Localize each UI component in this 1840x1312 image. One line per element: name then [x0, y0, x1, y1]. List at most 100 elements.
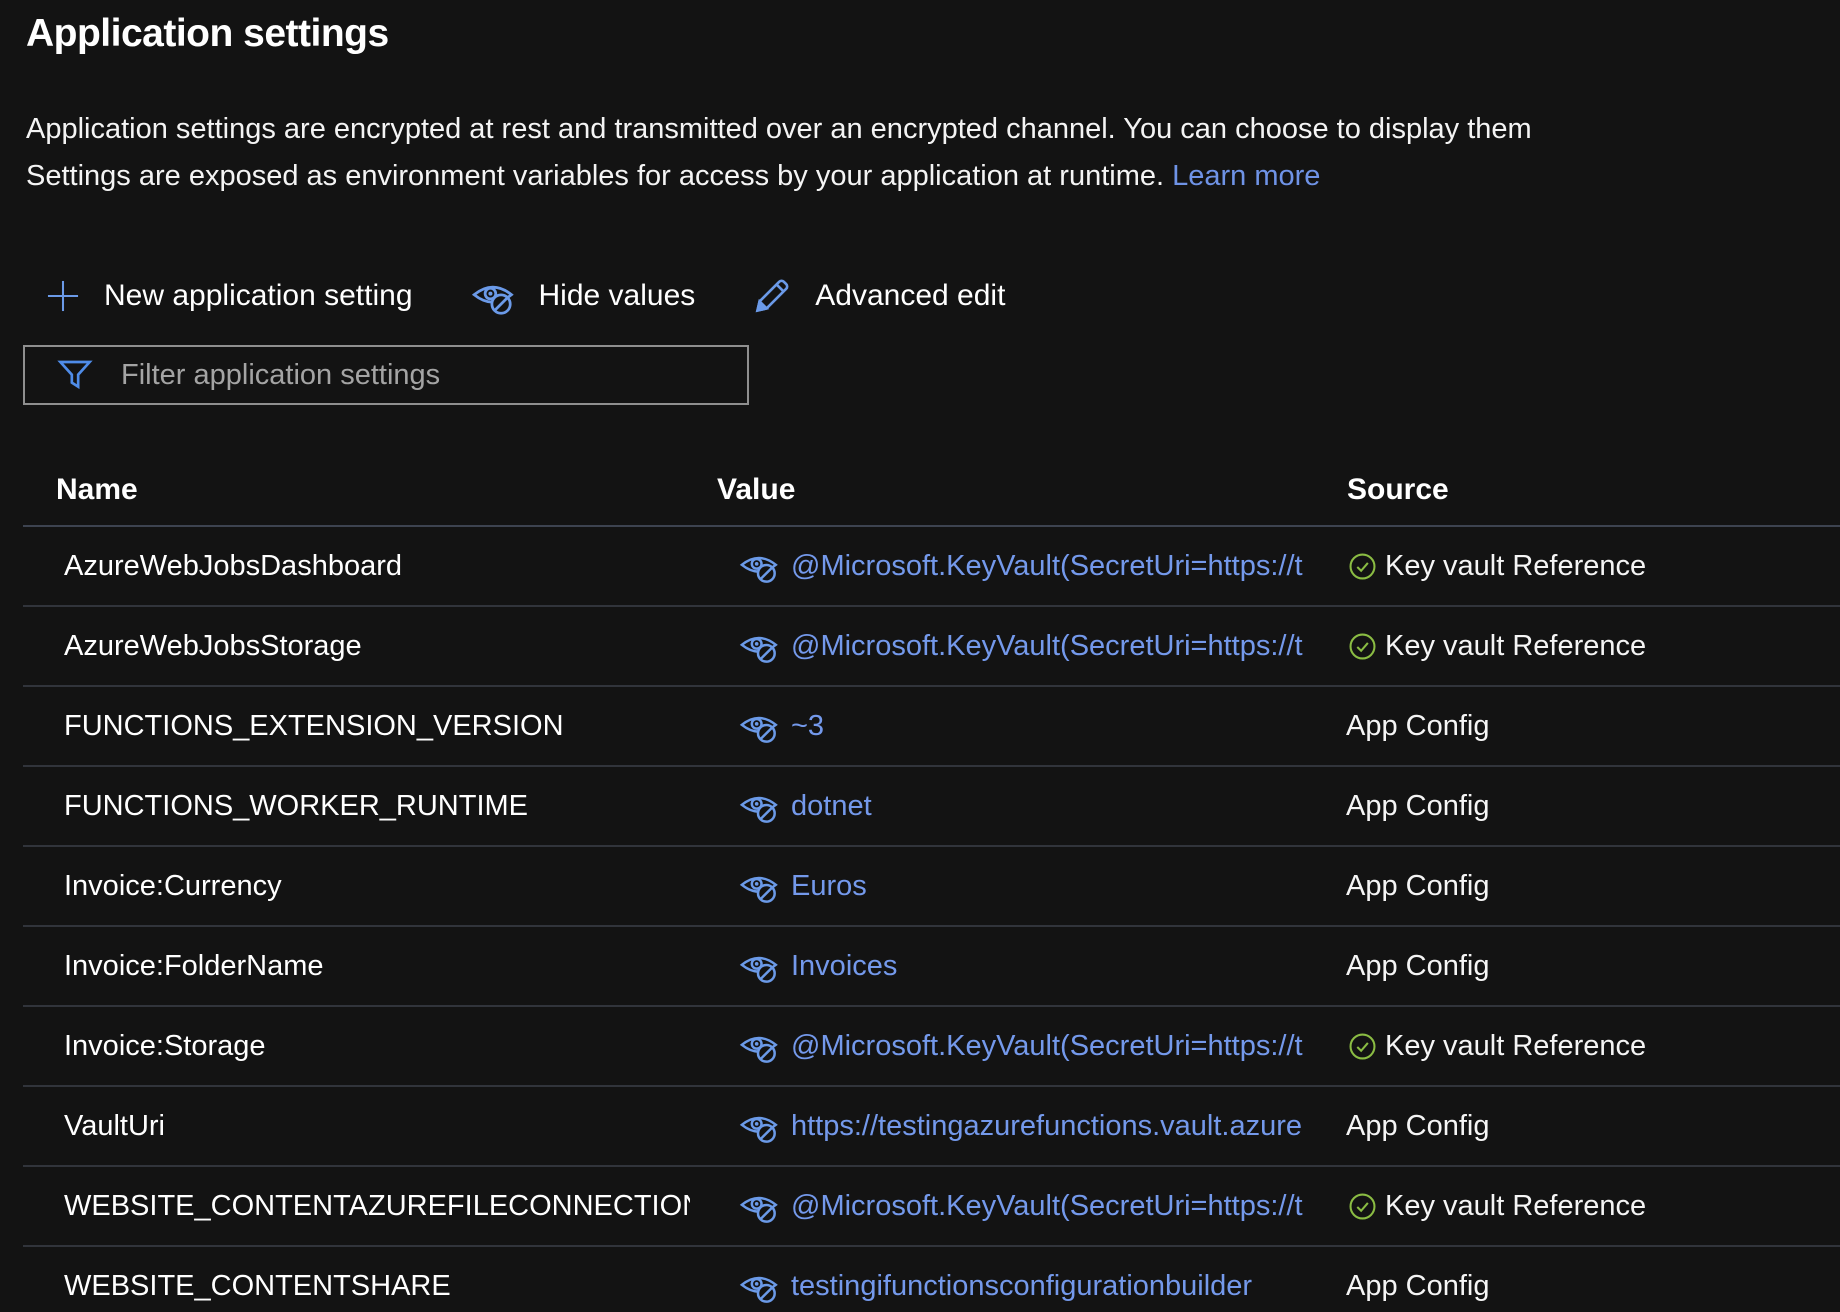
setting-value-cell: Invoices [690, 946, 1320, 986]
eye-hidden-icon[interactable] [737, 626, 781, 666]
column-header-name: Name [23, 473, 690, 507]
table-row: WEBSITE_CONTENTSHARE testingifunctionsco… [23, 1247, 1840, 1312]
setting-value-link[interactable]: dotnet [791, 790, 872, 823]
table-row: Invoice:FolderName Invoices App Config [23, 927, 1840, 1007]
eye-hidden-icon[interactable] [737, 1026, 781, 1066]
application-settings-page: Application settings Application setting… [0, 0, 1840, 1312]
eye-hidden-icon[interactable] [737, 946, 781, 986]
setting-name: FUNCTIONS_WORKER_RUNTIME [23, 790, 690, 823]
source-label: Key vault Reference [1385, 550, 1646, 583]
source-label: App Config [1346, 1110, 1490, 1143]
hide-values-label: Hide values [539, 279, 696, 313]
setting-value-cell: @Microsoft.KeyVault(SecretUri=https://t [690, 1186, 1320, 1226]
setting-value-cell: @Microsoft.KeyVault(SecretUri=https://t [690, 546, 1320, 586]
setting-source-cell: Key vault Reference [1320, 550, 1840, 583]
eye-hidden-icon[interactable] [737, 546, 781, 586]
setting-name: AzureWebJobsStorage [23, 630, 690, 663]
setting-value-link[interactable]: Invoices [791, 950, 897, 983]
setting-source-cell: App Config [1320, 1270, 1840, 1303]
hide-values-button[interactable]: Hide values [469, 274, 696, 318]
keyvault-check-icon [1346, 1190, 1379, 1223]
description-line-2-text: Settings are exposed as environment vari… [26, 160, 1164, 192]
table-row: AzureWebJobsStorage @Microsoft.KeyVault(… [23, 607, 1840, 687]
source-label: App Config [1346, 870, 1490, 903]
description-line-2: Settings are exposed as environment vari… [26, 153, 1840, 200]
advanced-edit-button[interactable]: Advanced edit [751, 275, 1005, 317]
setting-name: Invoice:Currency [23, 870, 690, 903]
eye-hidden-icon[interactable] [737, 866, 781, 906]
table-row: Invoice:Currency Euros App Config [23, 847, 1840, 927]
setting-value-link[interactable]: @Microsoft.KeyVault(SecretUri=https://t [791, 550, 1303, 583]
page-title: Application settings [26, 12, 389, 56]
eye-hidden-icon[interactable] [737, 706, 781, 746]
setting-source-cell: App Config [1320, 790, 1840, 823]
eye-hidden-icon [469, 274, 517, 318]
new-application-setting-button[interactable]: New application setting [44, 277, 413, 315]
filter-icon [55, 355, 95, 395]
setting-value-cell: https://testingazurefunctions.vault.azur… [690, 1106, 1320, 1146]
column-header-source: Source [1320, 473, 1840, 507]
column-header-value: Value [690, 473, 1320, 507]
setting-value-cell: dotnet [690, 786, 1320, 826]
setting-value-link[interactable]: https://testingazurefunctions.vault.azur… [791, 1110, 1302, 1143]
setting-value-cell: @Microsoft.KeyVault(SecretUri=https://t [690, 626, 1320, 666]
setting-name: AzureWebJobsDashboard [23, 550, 690, 583]
setting-value-link[interactable]: @Microsoft.KeyVault(SecretUri=https://t [791, 1190, 1303, 1223]
setting-value-link[interactable]: @Microsoft.KeyVault(SecretUri=https://t [791, 1030, 1303, 1063]
setting-value-cell: @Microsoft.KeyVault(SecretUri=https://t [690, 1026, 1320, 1066]
setting-value-cell: ~3 [690, 706, 1320, 746]
eye-hidden-icon[interactable] [737, 1186, 781, 1226]
setting-name: Invoice:FolderName [23, 950, 690, 983]
setting-source-cell: Key vault Reference [1320, 1030, 1840, 1063]
setting-source-cell: App Config [1320, 1110, 1840, 1143]
eye-hidden-icon[interactable] [737, 1106, 781, 1146]
page-description: Application settings are encrypted at re… [26, 106, 1840, 200]
table-row: AzureWebJobsDashboard @Microsoft.KeyVaul… [23, 527, 1840, 607]
source-label: App Config [1346, 950, 1490, 983]
table-row: WEBSITE_CONTENTAZUREFILECONNECTIONST @Mi… [23, 1167, 1840, 1247]
filter-input[interactable] [121, 359, 741, 392]
setting-source-cell: Key vault Reference [1320, 630, 1840, 663]
source-label: App Config [1346, 1270, 1490, 1303]
setting-name: WEBSITE_CONTENTAZUREFILECONNECTIONST [23, 1190, 690, 1223]
source-label: App Config [1346, 710, 1490, 743]
setting-name: FUNCTIONS_EXTENSION_VERSION [23, 710, 690, 743]
source-label: Key vault Reference [1385, 1190, 1646, 1223]
setting-value-link[interactable]: Euros [791, 870, 867, 903]
settings-table-header: Name Value Source [23, 455, 1840, 527]
source-label: App Config [1346, 790, 1490, 823]
source-label: Key vault Reference [1385, 630, 1646, 663]
setting-source-cell: App Config [1320, 870, 1840, 903]
keyvault-check-icon [1346, 1030, 1379, 1063]
new-application-setting-label: New application setting [104, 279, 413, 313]
setting-value-link[interactable]: ~3 [791, 710, 824, 743]
setting-name: Invoice:Storage [23, 1030, 690, 1063]
plus-icon [44, 277, 82, 315]
setting-value-link[interactable]: @Microsoft.KeyVault(SecretUri=https://t [791, 630, 1303, 663]
eye-hidden-icon[interactable] [737, 786, 781, 826]
advanced-edit-label: Advanced edit [815, 279, 1005, 313]
setting-value-link[interactable]: testingifunctionsconfigurationbuilder [791, 1270, 1252, 1303]
keyvault-check-icon [1346, 630, 1379, 663]
setting-value-cell: Euros [690, 866, 1320, 906]
setting-source-cell: App Config [1320, 710, 1840, 743]
learn-more-link[interactable]: Learn more [1172, 160, 1320, 192]
table-row: FUNCTIONS_EXTENSION_VERSION ~3 App Confi… [23, 687, 1840, 767]
setting-source-cell: Key vault Reference [1320, 1190, 1840, 1223]
table-row: Invoice:Storage @Microsoft.KeyVault(Secr… [23, 1007, 1840, 1087]
table-row: FUNCTIONS_WORKER_RUNTIME dotnet App Conf… [23, 767, 1840, 847]
description-line-1: Application settings are encrypted at re… [26, 106, 1840, 153]
source-label: Key vault Reference [1385, 1030, 1646, 1063]
filter-box [23, 345, 749, 405]
table-row: VaultUri https://testingazurefunctions.v… [23, 1087, 1840, 1167]
pencil-icon [751, 275, 793, 317]
setting-source-cell: App Config [1320, 950, 1840, 983]
setting-name: VaultUri [23, 1110, 690, 1143]
setting-value-cell: testingifunctionsconfigurationbuilder [690, 1266, 1320, 1306]
eye-hidden-icon[interactable] [737, 1266, 781, 1306]
setting-name: WEBSITE_CONTENTSHARE [23, 1270, 690, 1303]
toolbar: New application setting Hide values [44, 268, 1005, 324]
settings-table: Name Value Source AzureWebJobsDashboard … [23, 455, 1840, 1312]
keyvault-check-icon [1346, 550, 1379, 583]
settings-table-body: AzureWebJobsDashboard @Microsoft.KeyVaul… [23, 527, 1840, 1312]
